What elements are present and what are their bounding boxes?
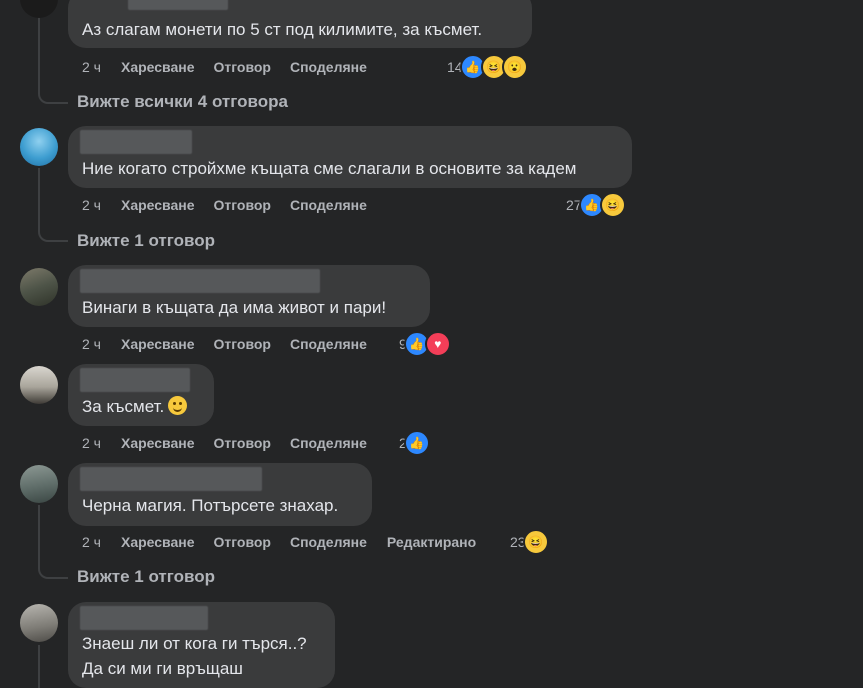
avatar[interactable] — [20, 0, 58, 18]
comment-text: Аз слагам монети по 5 ст под килимите, з… — [82, 20, 483, 39]
author-name-redacted[interactable] — [80, 130, 192, 154]
thread-connector — [38, 90, 68, 104]
comment-time[interactable]: 2 ч — [82, 59, 101, 75]
reply-button[interactable]: Отговор — [214, 435, 271, 451]
share-button[interactable]: Споделяне — [290, 336, 367, 352]
like-button[interactable]: Харесване — [121, 59, 195, 75]
author-name-redacted[interactable] — [80, 368, 190, 392]
thread-connector — [38, 565, 68, 579]
reactions-summary[interactable]: 14 👍 😆 😮 — [447, 54, 528, 80]
avatar[interactable] — [20, 465, 58, 503]
comment-time[interactable]: 2 ч — [82, 336, 101, 352]
comments-panel: Аз слагам монети по 5 ст под килимите, з… — [0, 0, 863, 688]
comment-time[interactable]: 2 ч — [82, 435, 101, 451]
comment-text: Винаги в къщата да има живот и пари! — [82, 298, 387, 317]
comment-text: Черна магия. Потърсете знахар. — [82, 496, 339, 515]
comment-time[interactable]: 2 ч — [82, 197, 101, 213]
comment-actions: 2 ч Харесване Отговор Споделяне — [82, 433, 386, 453]
reactions-summary[interactable]: 23 😆 — [510, 529, 549, 555]
share-button[interactable]: Споделяне — [290, 534, 367, 550]
reply-button[interactable]: Отговор — [214, 59, 271, 75]
thread-line — [38, 168, 40, 230]
avatar[interactable] — [20, 366, 58, 404]
thread-line — [38, 505, 40, 567]
comment-time[interactable]: 2 ч — [82, 534, 101, 550]
comment-bubble: За късмет. — [68, 364, 214, 426]
reactions-summary[interactable]: 2 👍 — [399, 430, 430, 456]
comment-bubble: Черна магия. Потърсете знахар. — [68, 463, 372, 526]
comment-bubble: Аз слагам монети по 5 ст под килимите, з… — [68, 0, 532, 48]
edited-label: Редактирано — [386, 534, 477, 550]
share-button[interactable]: Споделяне — [290, 435, 367, 451]
avatar[interactable] — [20, 604, 58, 642]
share-button[interactable]: Споделяне — [290, 59, 367, 75]
wow-icon: 😮 — [501, 54, 528, 80]
reply-button[interactable]: Отговор — [214, 336, 271, 352]
comment-text: Ние когато стройхме къщата сме слагали в… — [82, 159, 577, 178]
smiley-emoji-icon — [168, 396, 188, 415]
comment-actions: 2 ч Харесване Отговор Споделяне — [82, 195, 386, 215]
haha-icon: 😆 — [599, 192, 626, 218]
comment-bubble: Знаеш ли от кога ги търся..? Да си ми ги… — [68, 602, 335, 688]
comment-actions: 2 ч Харесване Отговор Споделяне Редактир… — [82, 532, 476, 552]
view-replies-link[interactable]: Вижте всички 4 отговора — [77, 92, 288, 112]
comment-text-line-2: Да си ми ги връщаш — [82, 659, 243, 678]
like-icon: 👍 — [403, 430, 430, 456]
avatar[interactable] — [20, 268, 58, 306]
author-name-redacted[interactable] — [80, 467, 262, 491]
comment-text: За късмет. — [82, 395, 188, 419]
comment-text-value: За късмет. — [82, 397, 165, 416]
thread-connector — [38, 228, 68, 242]
avatar[interactable] — [20, 128, 58, 166]
share-button[interactable]: Споделяне — [290, 197, 367, 213]
view-replies-link[interactable]: Вижте 1 отговор — [77, 231, 215, 251]
reactions-summary[interactable]: 9 👍 ♥ — [399, 331, 451, 357]
like-button[interactable]: Харесване — [121, 534, 195, 550]
author-name-redacted[interactable] — [80, 269, 320, 293]
love-icon: ♥ — [424, 331, 451, 357]
haha-icon: 😆 — [522, 529, 549, 555]
comment-bubble: Ние когато стройхме къщата сме слагали в… — [68, 126, 632, 188]
like-button[interactable]: Харесване — [121, 336, 195, 352]
view-replies-link[interactable]: Вижте 1 отговор — [77, 567, 215, 587]
reply-button[interactable]: Отговор — [214, 197, 271, 213]
like-button[interactable]: Харесване — [121, 435, 195, 451]
comment-actions: 2 ч Харесване Отговор Споделяне — [82, 57, 386, 77]
reactions-summary[interactable]: 27 👍 😆 — [566, 192, 626, 218]
like-button[interactable]: Харесване — [121, 197, 195, 213]
thread-line — [38, 645, 40, 688]
reply-button[interactable]: Отговор — [214, 534, 271, 550]
author-name-redacted[interactable] — [128, 0, 228, 10]
author-name-redacted[interactable] — [80, 606, 208, 630]
comment-text-line-1: Знаеш ли от кога ги търся..? — [82, 634, 307, 653]
comment-bubble: Винаги в къщата да има живот и пари! — [68, 265, 430, 327]
comment-actions: 2 ч Харесване Отговор Споделяне — [82, 334, 386, 354]
